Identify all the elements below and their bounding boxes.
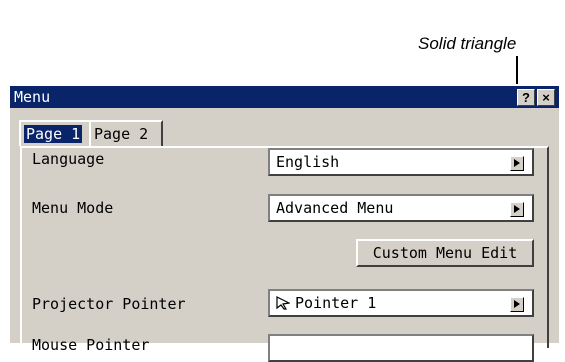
projector-pointer-value: Pointer 1 xyxy=(295,294,377,312)
menu-mode-label: Menu Mode xyxy=(32,199,114,217)
projector-pointer-value-wrap: Pointer 1 xyxy=(276,294,376,312)
title-bar: Menu ? × xyxy=(10,86,559,108)
solid-triangle-icon[interactable] xyxy=(510,297,524,312)
solid-triangle-icon[interactable] xyxy=(510,202,524,217)
custom-menu-edit-button[interactable]: Custom Menu Edit xyxy=(356,239,534,267)
menu-window: Menu ? × Page 1 Page 2 Language English … xyxy=(8,84,559,362)
help-button[interactable]: ? xyxy=(517,89,535,106)
mouse-pointer-select[interactable] xyxy=(268,334,534,362)
tab-label: Page 2 xyxy=(94,125,149,143)
arrow-pointer-icon xyxy=(276,296,290,310)
annotation-label: Solid triangle xyxy=(418,34,517,53)
close-button[interactable]: × xyxy=(537,89,555,106)
tab-page-2[interactable]: Page 2 xyxy=(89,120,163,146)
menu-mode-select[interactable]: Advanced Menu xyxy=(268,194,534,222)
tab-label: Page 1 xyxy=(24,125,83,143)
menu-mode-value: Advanced Menu xyxy=(276,199,394,217)
tab-page-1[interactable]: Page 1 xyxy=(19,120,93,146)
projector-pointer-label: Projector Pointer xyxy=(32,295,186,313)
projector-pointer-select[interactable]: Pointer 1 xyxy=(268,289,534,317)
language-select[interactable]: English xyxy=(268,148,534,176)
language-value: English xyxy=(276,153,340,171)
mouse-pointer-label: Mouse Pointer xyxy=(32,336,150,354)
solid-triangle-icon[interactable] xyxy=(510,156,524,171)
window-title: Menu xyxy=(14,88,51,106)
language-label: Language xyxy=(32,150,105,168)
